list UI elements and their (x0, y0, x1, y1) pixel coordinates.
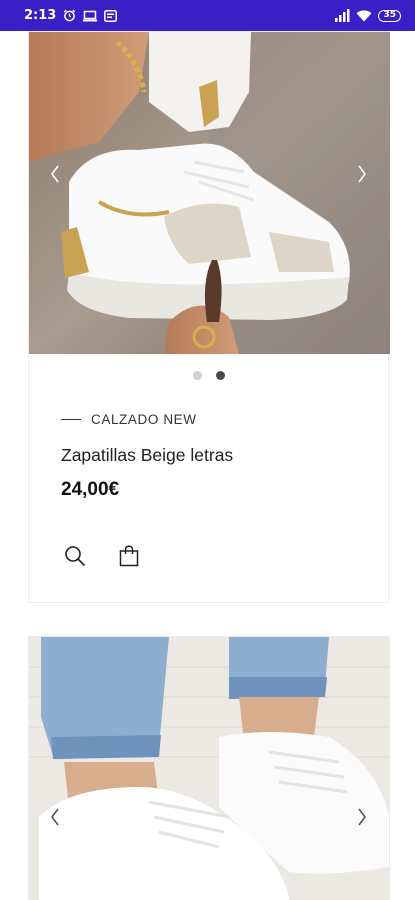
product-image[interactable] (29, 32, 390, 354)
category-label[interactable]: CALZADO NEW (91, 412, 197, 427)
product-image[interactable] (29, 637, 390, 900)
shopping-bag-icon[interactable] (117, 544, 141, 568)
product-title[interactable]: Zapatillas Beige letras (61, 445, 233, 466)
alarm-icon (63, 9, 76, 22)
carousel-prev-button[interactable] (45, 805, 65, 829)
wifi-icon (356, 9, 372, 22)
carousel-next-button[interactable] (352, 162, 372, 186)
product-category: CALZADO NEW (61, 412, 197, 427)
carousel-dots (29, 371, 388, 380)
carousel-prev-button[interactable] (45, 162, 65, 186)
product-card: CALZADO NEW Zapatillas Beige letras 24,0… (28, 31, 390, 603)
carousel-dot-2[interactable] (215, 371, 225, 380)
status-bar: 2:13 35 (0, 0, 415, 31)
signal-icon (335, 9, 350, 22)
category-divider (61, 418, 81, 421)
carousel-dot-1[interactable] (192, 371, 202, 380)
message-icon (104, 9, 118, 22)
status-time: 2:13 (24, 8, 57, 23)
sneaker-photo (29, 637, 390, 900)
battery-level: 35 (383, 10, 396, 20)
carousel-next-button[interactable] (352, 805, 372, 829)
product-actions (63, 544, 141, 568)
battery-icon: 35 (378, 9, 401, 22)
sneaker-photo (29, 32, 390, 354)
cast-icon (83, 10, 98, 22)
product-card (28, 636, 390, 900)
product-price: 24,00€ (61, 479, 120, 500)
search-icon[interactable] (63, 544, 87, 568)
